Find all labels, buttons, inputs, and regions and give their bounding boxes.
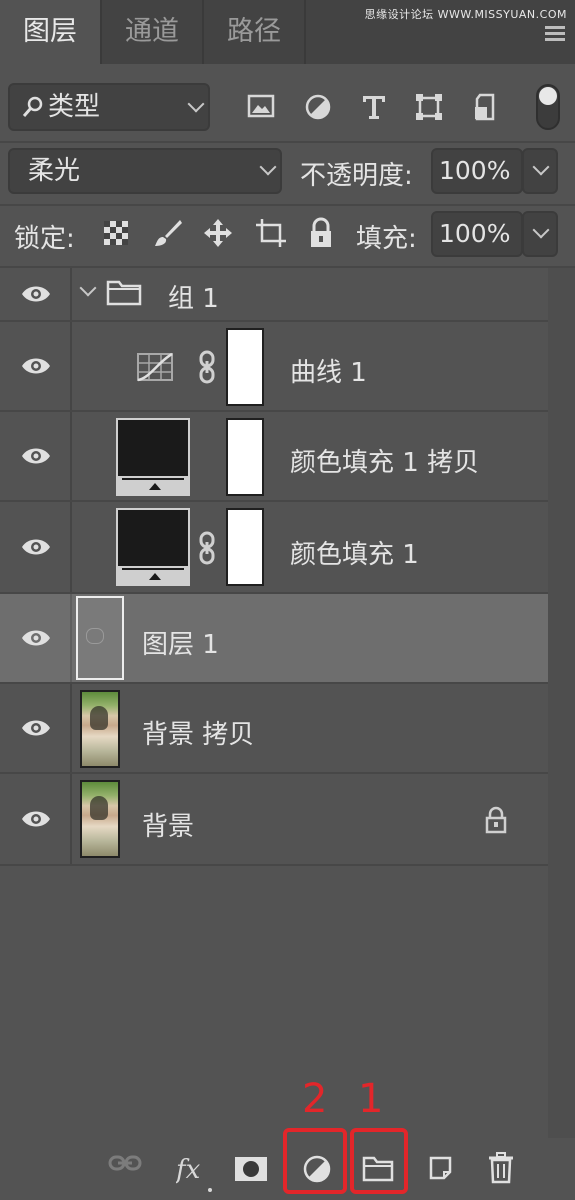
folder-icon [106,280,142,306]
layer-row-background-copy[interactable]: 背景 拷贝 [0,684,548,772]
visibility-eye-icon[interactable] [21,629,51,647]
layer-name: 背景 [142,812,195,842]
layer-name: 组 1 [168,284,219,314]
search-icon [22,96,43,117]
opacity-value: 100% [439,156,511,185]
layer-name: 背景 拷贝 [142,720,255,750]
thumbnail-sketch [86,628,104,644]
lock-icon [485,806,507,834]
curves-adjustment-icon [137,352,173,382]
lock-artboard-icon[interactable] [255,218,287,248]
fill-value: 100% [439,219,511,248]
visibility-column [0,412,72,500]
visibility-eye-icon[interactable] [21,447,51,465]
visibility-eye-icon[interactable] [21,810,51,828]
color-fill-thumbnail[interactable] [116,418,190,496]
watermark: 思缘设计论坛 WWW.MISSYUAN.COM [364,8,567,21]
layer-name: 颜色填充 1 [290,540,419,570]
fill-dropdown-button[interactable] [522,211,558,257]
layer-row-color-fill[interactable]: 颜色填充 1 [0,502,548,592]
visibility-column [0,774,72,864]
visibility-eye-icon[interactable] [21,719,51,737]
layer-name: 颜色填充 1 拷贝 [290,448,480,478]
opacity-label: 不透明度: [300,161,413,191]
visibility-eye-icon[interactable] [21,357,51,375]
lock-transparent-pixels-icon[interactable] [103,220,129,246]
lock-position-icon[interactable] [203,218,233,248]
color-fill-thumbnail[interactable] [116,508,190,586]
layer-mask-thumbnail[interactable] [226,418,264,496]
lock-label: 锁定: [14,224,75,254]
layer-mask-thumbnail[interactable] [226,508,264,586]
new-layer-icon[interactable] [428,1154,454,1182]
visibility-column [0,268,72,320]
lock-image-pixels-icon[interactable] [153,218,183,248]
chevron-down-icon [532,158,550,176]
filter-toggle[interactable] [536,84,560,130]
panel-tab-bar: 图层 通道 路径 思缘设计论坛 WWW.MISSYUAN.COM [0,0,575,64]
chevron-down-icon [187,95,205,113]
tab-paths[interactable]: 路径 [204,0,304,64]
layer-row-color-fill-copy[interactable]: 颜色填充 1 拷贝 [0,412,548,500]
layers-scrollbar[interactable] [548,268,575,1138]
layer-row-layer-1[interactable]: 图层 1 [0,594,548,682]
type-filter-icon[interactable] [361,93,387,121]
filter-kind-select[interactable]: 类型 [8,83,210,131]
blend-mode-select[interactable]: 柔光 [8,148,282,194]
link-chain-icon[interactable] [198,350,216,384]
annotation-number-1: 1 [358,1076,384,1122]
blend-mode-value: 柔光 [28,156,81,186]
chevron-down-icon [532,221,550,239]
tab-layers[interactable]: 图层 [0,0,100,64]
lock-all-icon[interactable] [308,217,334,249]
fill-label: 填充: [356,224,417,254]
chevron-down-icon [259,158,277,176]
svg-text:fx: fx [176,1155,201,1185]
delete-layer-trash-icon[interactable] [488,1152,514,1184]
annotation-highlight-adjustment [283,1128,347,1194]
visibility-eye-icon[interactable] [21,538,51,556]
annotation-highlight-group [350,1128,408,1194]
adjustment-filter-icon[interactable] [304,93,332,121]
layer-row-background[interactable]: 背景 [0,774,548,864]
visibility-eye-icon[interactable] [21,285,51,303]
group-expand-chevron-icon[interactable] [79,279,97,297]
fill-input[interactable]: 100% [431,211,523,257]
visibility-column [0,594,72,682]
layer-row-group[interactable]: 组 1 [0,268,548,320]
divider [0,141,575,143]
layer-style-fx-icon[interactable]: fx [176,1152,216,1192]
link-chain-icon[interactable] [198,531,216,565]
image-filter-icon[interactable] [247,94,275,118]
smart-object-filter-icon[interactable] [473,93,497,121]
annotation-number-2: 2 [302,1076,328,1122]
opacity-dropdown-button[interactable] [522,148,558,194]
tab-channels[interactable]: 通道 [102,0,202,64]
layer-row-curves[interactable]: 曲线 1 [0,322,548,410]
panel-menu-icon[interactable] [545,26,565,44]
layer-name: 图层 1 [142,630,219,660]
visibility-column [0,322,72,410]
visibility-column [0,684,72,772]
photo-thumbnail[interactable] [80,690,120,768]
layer-thumbnail[interactable] [76,596,124,680]
layer-divider [0,864,548,866]
photo-thumbnail[interactable] [80,780,120,858]
opacity-input[interactable]: 100% [431,148,523,194]
tab-separator [304,0,306,64]
divider [0,204,575,206]
link-layers-icon[interactable] [108,1152,142,1174]
toggle-knob [539,87,557,105]
layer-mask-thumbnail[interactable] [226,328,264,406]
add-mask-icon[interactable] [234,1156,268,1182]
visibility-column [0,502,72,592]
filter-kind-label: 类型 [48,92,101,122]
layer-name: 曲线 1 [290,358,367,388]
shape-filter-icon[interactable] [415,93,443,121]
